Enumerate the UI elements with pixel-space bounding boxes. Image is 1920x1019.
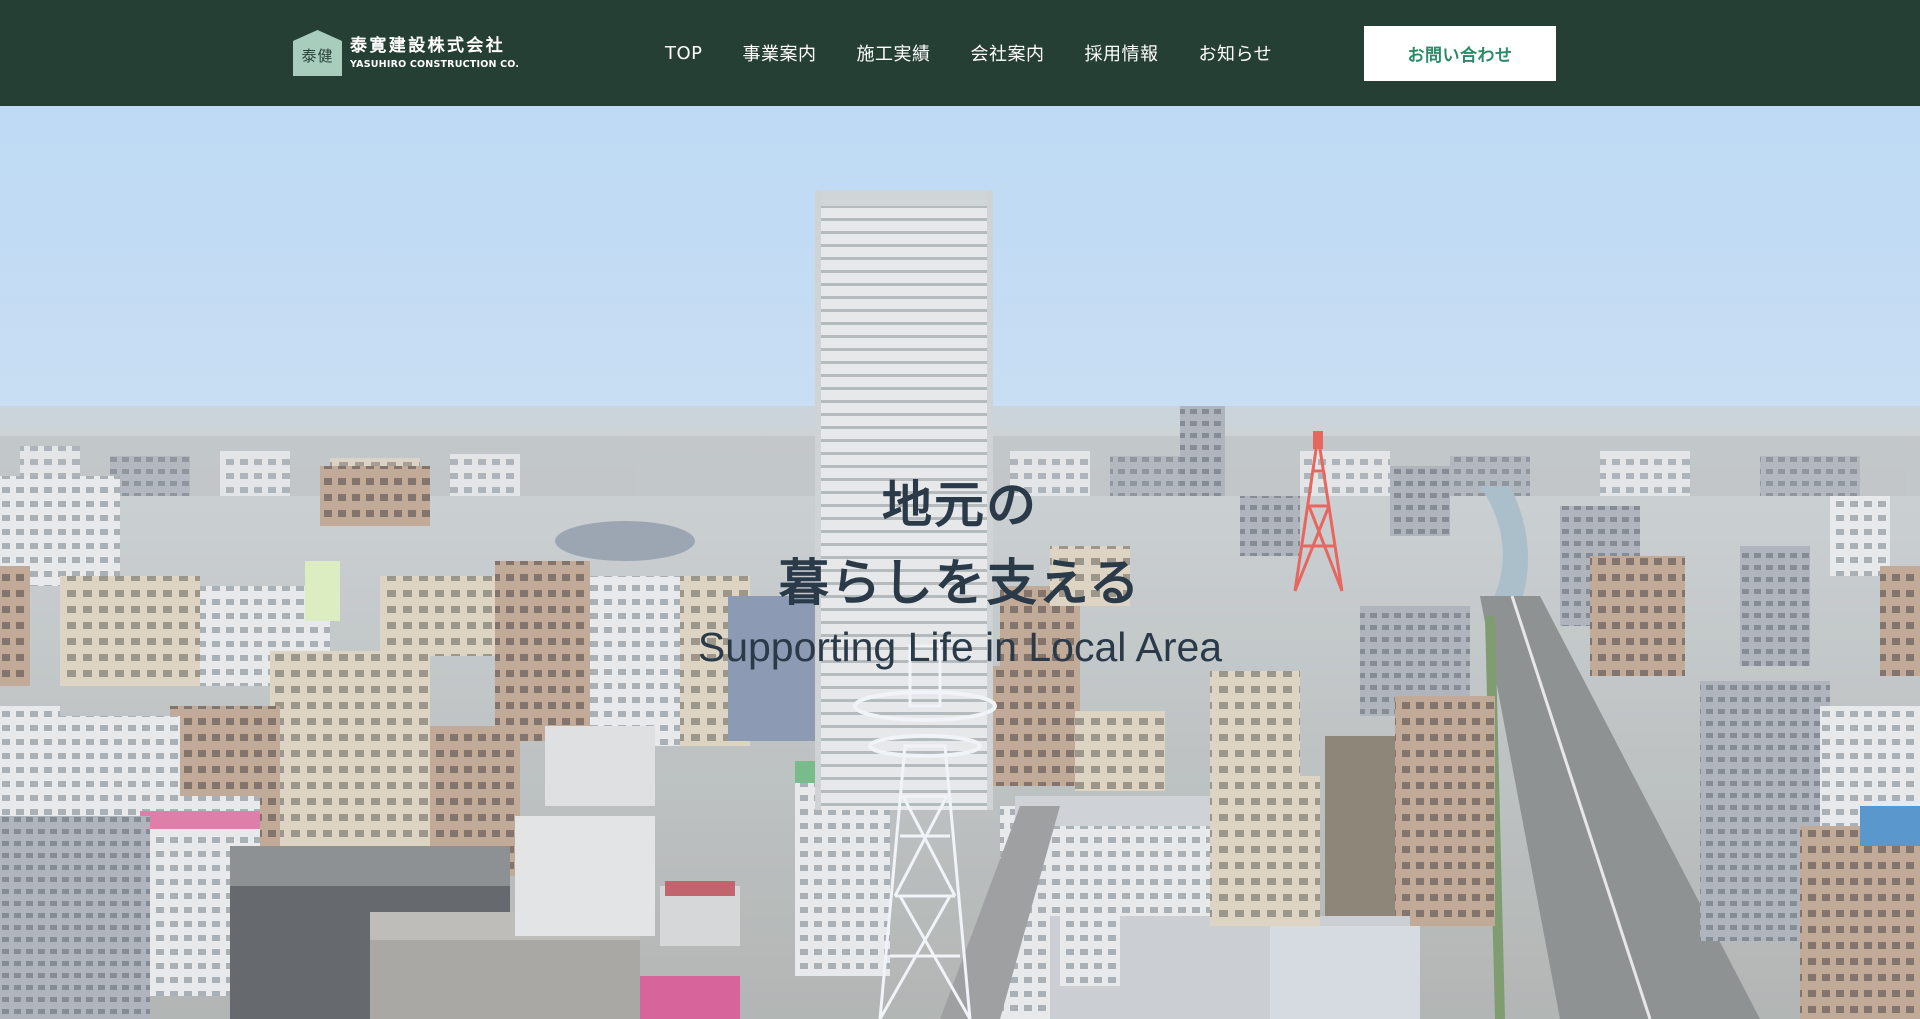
- hero-title-line2: 暮らしを支える: [778, 554, 1142, 612]
- nav-works[interactable]: 施工実績: [857, 40, 931, 66]
- nav-news[interactable]: お知らせ: [1199, 40, 1273, 66]
- hero-section: 地元の 暮らしを支える Supporting Life in Local Are…: [0, 106, 1920, 1019]
- house-logo-icon: 泰健: [293, 30, 342, 76]
- company-name-jp: 泰寛建設株式会社: [350, 36, 506, 56]
- site-logo[interactable]: 泰健 泰寛建設株式会社 YASUHIRO CONSTRUCTION CO.: [293, 29, 519, 77]
- hero-subtitle: Supporting Life in Local Area: [697, 624, 1223, 670]
- nav-top[interactable]: TOP: [665, 43, 703, 64]
- contact-button[interactable]: お問い合わせ: [1364, 26, 1556, 81]
- main-nav: TOP 事業案内 施工実績 会社案内 採用情報 お知らせ: [665, 0, 1272, 106]
- logo-text: 泰寛建設株式会社 YASUHIRO CONSTRUCTION CO.: [350, 35, 519, 71]
- nav-business[interactable]: 事業案内: [743, 40, 817, 66]
- hero-title-line1: 地元の: [882, 476, 1038, 534]
- site-header: 泰健 泰寛建設株式会社 YASUHIRO CONSTRUCTION CO. TO…: [0, 0, 1920, 106]
- nav-company[interactable]: 会社案内: [971, 40, 1045, 66]
- logo-mark-text: 泰健: [301, 47, 334, 65]
- hero-copy: 地元の 暮らしを支える Supporting Life in Local Are…: [0, 466, 1920, 676]
- nav-recruit[interactable]: 採用情報: [1085, 40, 1159, 66]
- company-name-en: YASUHIRO CONSTRUCTION CO.: [350, 59, 520, 70]
